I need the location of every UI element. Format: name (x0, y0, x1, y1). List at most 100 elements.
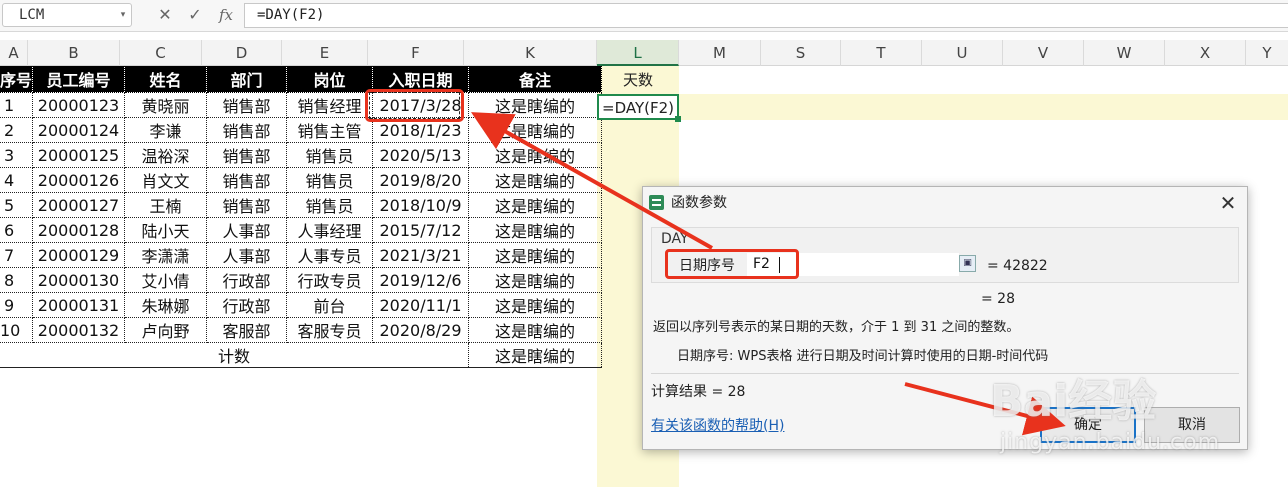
column-header-c[interactable]: C (120, 40, 202, 66)
cell-position[interactable]: 销售员 (286, 192, 374, 218)
column-header-t[interactable]: T (841, 40, 922, 66)
cell-note[interactable]: 这是瞎编的 (468, 192, 603, 218)
cell-hire-date[interactable]: 2015/7/12 (372, 217, 470, 243)
cell-hire-date[interactable]: 2019/8/20 (372, 167, 470, 193)
cell-l1-days-header[interactable]: 天数 (597, 66, 679, 94)
cell-dept[interactable]: 销售部 (206, 92, 288, 118)
insert-function-icon[interactable]: fx (214, 4, 238, 26)
cell-name[interactable]: 艾小倩 (124, 267, 208, 293)
cell-id[interactable]: 20000129 (32, 242, 126, 268)
cell-id[interactable]: 20000132 (32, 317, 126, 343)
range-select-icon[interactable]: ▣ (959, 255, 976, 272)
cell-no[interactable]: 7 (0, 242, 34, 268)
cell-hire-date[interactable]: 2020/8/29 (372, 317, 470, 343)
cell-id[interactable]: 20000125 (32, 142, 126, 168)
column-header-u[interactable]: U (922, 40, 1003, 66)
header-cell-dept[interactable]: 部门 (206, 66, 288, 93)
cell-note[interactable]: 这是瞎编的 (468, 92, 603, 118)
cell-dept[interactable]: 销售部 (206, 167, 288, 193)
cell-no[interactable]: 5 (0, 192, 34, 218)
cell-name[interactable]: 黄晓丽 (124, 92, 208, 118)
cell-id[interactable]: 20000128 (32, 217, 126, 243)
column-header-e[interactable]: E (282, 40, 368, 66)
cell-position[interactable]: 行政专员 (286, 267, 374, 293)
cell-id[interactable]: 20000123 (32, 92, 126, 118)
cell-position[interactable]: 销售主管 (286, 117, 374, 143)
cell-dept[interactable]: 人事部 (206, 242, 288, 268)
cell-position[interactable]: 销售员 (286, 142, 374, 168)
cancel-formula-icon[interactable]: ✕ (154, 4, 176, 26)
cell-dept[interactable]: 销售部 (206, 142, 288, 168)
function-help-link[interactable]: 有关该函数的帮助(H) (651, 416, 784, 436)
cell-no[interactable]: 8 (0, 267, 34, 293)
cell-position[interactable]: 人事经理 (286, 217, 374, 243)
header-cell-no[interactable]: 序号 (0, 66, 34, 93)
cell-note[interactable]: 这是瞎编的 (468, 292, 603, 318)
column-header-b[interactable]: B (28, 40, 120, 66)
cell-id[interactable]: 20000127 (32, 192, 126, 218)
cell-no[interactable]: 1 (0, 92, 34, 118)
cell-no[interactable]: 6 (0, 217, 34, 243)
header-cell-name[interactable]: 姓名 (124, 66, 208, 93)
cell-name[interactable]: 陆小天 (124, 217, 208, 243)
column-header-x[interactable]: X (1165, 40, 1246, 66)
column-header-y[interactable]: Y (1246, 40, 1288, 66)
column-header-k[interactable]: K (464, 40, 597, 66)
name-box[interactable]: LCM (2, 3, 132, 27)
confirm-formula-icon[interactable]: ✓ (184, 4, 206, 26)
cell-note[interactable]: 这是瞎编的 (468, 217, 603, 243)
header-cell-note[interactable]: 备注 (468, 66, 603, 93)
cell-note[interactable]: 这是瞎编的 (468, 242, 603, 268)
cell-position[interactable]: 客服专员 (286, 317, 374, 343)
close-icon[interactable]: ✕ (1215, 190, 1241, 216)
cell-note[interactable]: 这是瞎编的 (468, 117, 603, 143)
formula-input[interactable]: =DAY(F2) (244, 3, 1288, 28)
cell-dept[interactable]: 行政部 (206, 267, 288, 293)
cell-id[interactable]: 20000130 (32, 267, 126, 293)
cell-no[interactable]: 2 (0, 117, 34, 143)
column-header-d[interactable]: D (202, 40, 282, 66)
cell-hire-date[interactable]: 2018/10/9 (372, 192, 470, 218)
cell-no[interactable]: 4 (0, 167, 34, 193)
column-header-f[interactable]: F (368, 40, 464, 66)
header-cell-id[interactable]: 员工编号 (32, 66, 126, 93)
column-header-w[interactable]: W (1084, 40, 1165, 66)
cell-dept[interactable]: 销售部 (206, 192, 288, 218)
cell-note[interactable]: 这是瞎编的 (468, 142, 603, 168)
cell-hire-date[interactable]: 2021/3/21 (372, 242, 470, 268)
header-cell-position[interactable]: 岗位 (286, 66, 374, 93)
cell-dept[interactable]: 行政部 (206, 292, 288, 318)
cell-note[interactable]: 这是瞎编的 (468, 167, 603, 193)
cell-position[interactable]: 前台 (286, 292, 374, 318)
footer-note[interactable]: 这是瞎编的 (468, 342, 603, 368)
column-header-m[interactable]: M (679, 40, 761, 66)
chevron-down-icon[interactable]: ▾ (116, 3, 130, 27)
cell-dept[interactable]: 销售部 (206, 117, 288, 143)
fill-handle[interactable] (675, 116, 681, 122)
column-header-s[interactable]: S (761, 40, 841, 66)
cell-name[interactable]: 卢向野 (124, 317, 208, 343)
cell-name[interactable]: 温裕深 (124, 142, 208, 168)
column-header-v[interactable]: V (1003, 40, 1084, 66)
cell-no[interactable]: 9 (0, 292, 34, 318)
cell-dept[interactable]: 客服部 (206, 317, 288, 343)
cell-position[interactable]: 销售员 (286, 167, 374, 193)
cell-no[interactable]: 10 (0, 317, 34, 343)
cell-id[interactable]: 20000124 (32, 117, 126, 143)
footer-count-label[interactable]: 计数 (0, 342, 470, 368)
cell-id[interactable]: 20000131 (32, 292, 126, 318)
cell-dept[interactable]: 人事部 (206, 217, 288, 243)
cell-l2-active[interactable]: =DAY(F2) (597, 94, 679, 120)
cell-hire-date[interactable]: 2020/11/1 (372, 292, 470, 318)
cell-id[interactable]: 20000126 (32, 167, 126, 193)
column-header-l[interactable]: L (597, 40, 679, 66)
cell-note[interactable]: 这是瞎编的 (468, 317, 603, 343)
cell-hire-date[interactable]: 2019/12/6 (372, 267, 470, 293)
cell-name[interactable]: 朱琳娜 (124, 292, 208, 318)
column-header-a[interactable]: A (0, 40, 28, 66)
cell-name[interactable]: 李潇潇 (124, 242, 208, 268)
cell-name[interactable]: 王楠 (124, 192, 208, 218)
cell-position[interactable]: 销售经理 (286, 92, 374, 118)
cell-hire-date[interactable]: 2020/5/13 (372, 142, 470, 168)
cell-position[interactable]: 人事专员 (286, 242, 374, 268)
